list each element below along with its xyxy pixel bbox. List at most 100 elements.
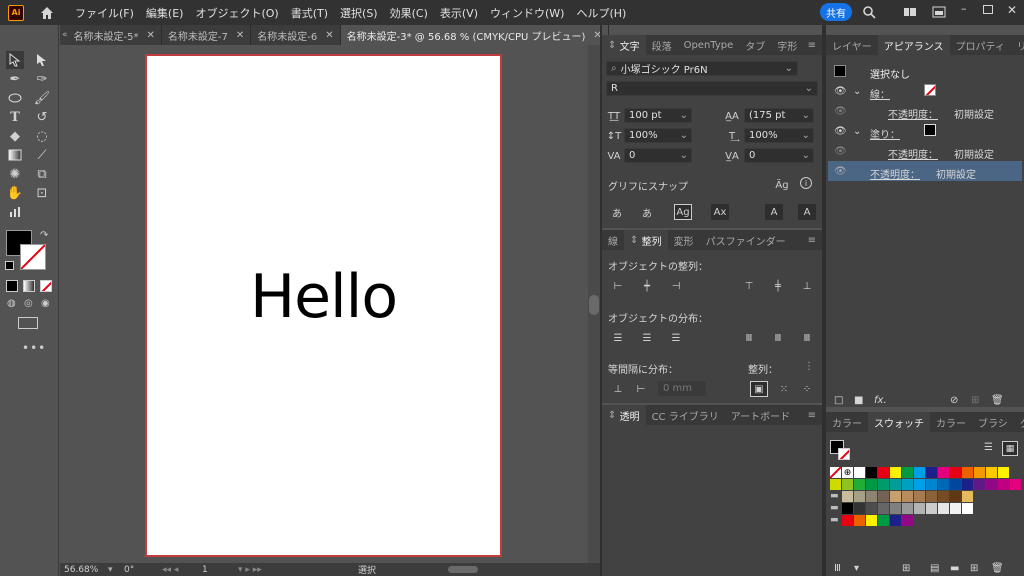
doc-tab-0[interactable]: 名称未設定-5* ✕	[68, 25, 162, 45]
tab-layers[interactable]: レイヤー	[826, 35, 878, 55]
paintbrush-tool-icon[interactable]: 🖌	[33, 89, 51, 107]
chevron-down-icon[interactable]: ⌄	[853, 86, 861, 97]
swatch[interactable]	[950, 467, 961, 478]
swatch[interactable]	[878, 467, 889, 478]
menu-item-3[interactable]: 書式(T)	[291, 5, 328, 21]
menu-item-2[interactable]: オブジェクト(O)	[195, 5, 278, 21]
swatch[interactable]	[938, 479, 949, 490]
artboard-number[interactable]: 1	[202, 565, 238, 575]
canvas-text[interactable]: Hello	[147, 262, 500, 332]
tab-align[interactable]: ⇕ 整列	[624, 230, 668, 250]
align-more-icon[interactable]: ⋮	[804, 361, 814, 372]
distribute-left-icon[interactable]: Ⅲ	[740, 330, 758, 346]
swatch[interactable]	[866, 467, 877, 478]
font-style-field[interactable]: R ⌄	[606, 81, 818, 96]
new-color-group-icon[interactable]: ▬	[950, 563, 959, 574]
swatch[interactable]	[926, 479, 937, 490]
swatch[interactable]	[986, 479, 997, 490]
draw-mode-icon[interactable]: ◍	[7, 298, 16, 309]
swatch[interactable]	[902, 515, 913, 526]
snap-anchor-point-icon[interactable]: A	[798, 204, 816, 220]
tab-color[interactable]: カラー	[826, 412, 868, 432]
visibility-eye-icon[interactable]: 👁	[834, 146, 847, 157]
swatch[interactable]	[842, 515, 853, 526]
close-tab-icon[interactable]: ✕	[236, 30, 244, 41]
edit-toolbar-icon[interactable]: •••	[22, 341, 46, 355]
swatch[interactable]	[842, 479, 853, 490]
tab-transform[interactable]: 変形	[668, 230, 700, 250]
close-tab-icon[interactable]: ✕	[325, 30, 333, 41]
swatch[interactable]	[926, 503, 937, 514]
tabs-overflow-icon[interactable]: «	[60, 30, 68, 40]
tab-swatches[interactable]: スウォッチ	[868, 412, 930, 432]
swap-fill-stroke-icon[interactable]: ↷	[40, 230, 48, 241]
doc-tab-1[interactable]: 名称未設定-7 ✕	[162, 25, 252, 45]
close-icon[interactable]: ✕	[1007, 3, 1017, 17]
grid-view-icon[interactable]: ▦	[1002, 441, 1018, 456]
color-group-icon[interactable]: ▤	[930, 563, 939, 574]
rotation-angle[interactable]: 0°	[118, 565, 162, 575]
swatch[interactable]	[854, 479, 865, 490]
tab-stroke[interactable]: 線	[602, 230, 624, 250]
rotate-tool-icon[interactable]: ↺	[33, 108, 51, 126]
swatch[interactable]	[878, 479, 889, 490]
font-family-field[interactable]: ⌕ 小塚ゴシック Pr6N ⌄	[606, 61, 798, 76]
object-opacity-label[interactable]: 不透明度：	[870, 166, 920, 181]
hand-tool-icon[interactable]: ✋	[6, 184, 24, 202]
swatch[interactable]	[866, 479, 877, 490]
horizontal-scale-field[interactable]: 100% ⌄	[744, 128, 814, 143]
font-size-field[interactable]: 100 pt ⌄	[624, 108, 692, 123]
direct-selection-tool-icon[interactable]	[33, 51, 51, 69]
visibility-eye-icon[interactable]: 👁	[834, 106, 847, 117]
list-view-icon[interactable]: ☰	[984, 442, 993, 453]
swatch[interactable]	[902, 491, 913, 502]
align-bottom-icon[interactable]: ⊥	[798, 278, 816, 294]
swatch[interactable]	[962, 479, 973, 490]
distribute-right-icon[interactable]: Ⅲ	[798, 330, 816, 346]
blend-tool-icon[interactable]: ⧉	[33, 165, 51, 183]
distribute-spacing-v-icon[interactable]: ⊥	[609, 381, 627, 397]
stroke-swatch[interactable]	[924, 84, 936, 96]
menu-item-1[interactable]: 編集(E)	[146, 5, 184, 21]
minimize-icon[interactable]: –	[961, 2, 967, 15]
panel-divider[interactable]	[600, 25, 602, 576]
zoom-dropdown-icon[interactable]: ▾	[108, 565, 118, 575]
panel-toggle-icon[interactable]: ⇕	[630, 235, 638, 246]
tab-gradient[interactable]: グラデ	[1014, 412, 1024, 432]
folder-icon[interactable]: ▬	[830, 515, 841, 526]
align-to-selection-icon[interactable]: ⁙	[775, 381, 793, 397]
add-stroke-icon[interactable]: □	[834, 395, 843, 406]
swatch[interactable]	[962, 467, 973, 478]
glyph-snap-options-icon[interactable]: Äg	[773, 177, 791, 193]
snap-glyph-bounds-icon[interactable]: Ag	[674, 204, 692, 220]
panel-menu-icon[interactable]: ≡	[808, 235, 822, 246]
pen-tool-icon[interactable]: ✒	[6, 70, 24, 88]
swatch[interactable]	[950, 479, 961, 490]
stroke-color-swatch[interactable]	[20, 244, 46, 270]
distribute-spacing-h-icon[interactable]: ⊢	[632, 381, 650, 397]
tab-brushes[interactable]: ブラシ	[972, 412, 1014, 432]
screen-mode-icon[interactable]	[18, 317, 38, 329]
spacing-field[interactable]: 0 mm	[658, 381, 706, 396]
menu-item-5[interactable]: 効果(C)	[390, 5, 428, 21]
doc-tab-2[interactable]: 名称未設定-6 ✕	[251, 25, 341, 45]
swatch[interactable]	[938, 467, 949, 478]
tab-artboards[interactable]: アートボード	[725, 405, 796, 425]
menu-item-7[interactable]: ウィンドウ(W)	[490, 5, 564, 21]
artboard-nav-prev-icon[interactable]: ◂◂ ◂	[162, 565, 202, 575]
gradient-tool-icon[interactable]	[6, 146, 24, 164]
swatch[interactable]	[854, 491, 865, 502]
swatch[interactable]	[926, 467, 937, 478]
swatch-options-icon[interactable]: ⊞	[902, 563, 910, 574]
default-colors-icon[interactable]	[5, 261, 14, 270]
tab-tabs[interactable]: タブ	[739, 35, 771, 55]
swatch[interactable]	[1010, 479, 1021, 490]
stroke-label[interactable]: 線：	[870, 86, 890, 101]
artboard-tool-icon[interactable]: ⊡	[33, 184, 51, 202]
swatch[interactable]	[890, 515, 901, 526]
clear-appearance-icon[interactable]: ⊘	[950, 395, 958, 406]
vertical-scrollbar[interactable]	[588, 45, 600, 563]
tab-glyphs[interactable]: 字形	[771, 35, 803, 55]
symbol-sprayer-tool-icon[interactable]: ✺	[6, 165, 24, 183]
delete-swatch-icon[interactable]: 🗑	[991, 563, 1004, 574]
